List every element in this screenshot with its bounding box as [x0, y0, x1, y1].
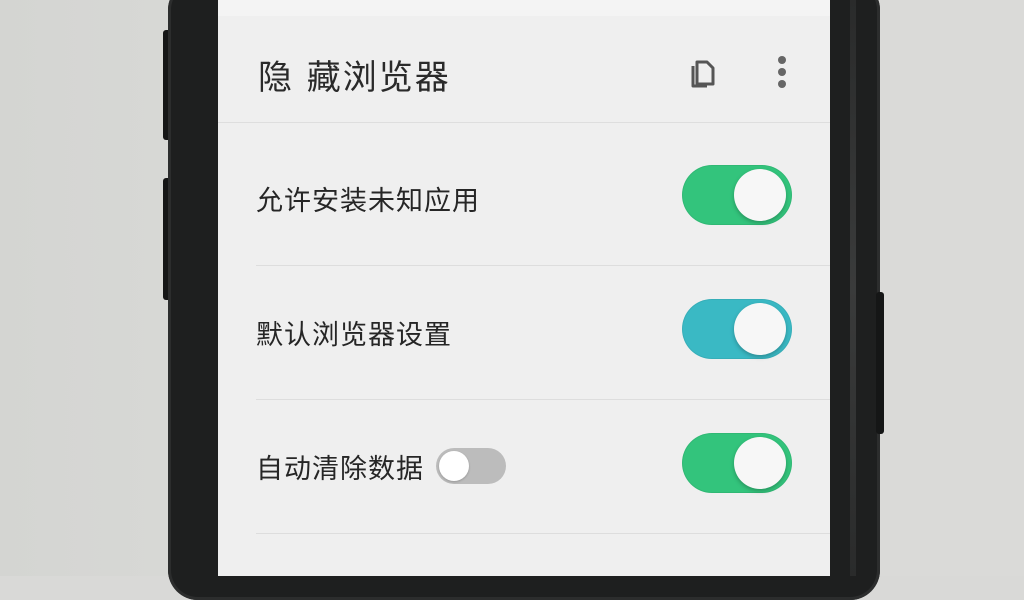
page-title: 隐 藏浏览器: [258, 58, 451, 98]
toggle-knob: [439, 451, 469, 481]
setting-row-auto-clear-data: 自动清除数据: [218, 400, 830, 534]
app-header: 隐 藏浏览器: [218, 16, 830, 123]
setting-row-install-unknown-apps: 允许安装未知应用: [218, 132, 830, 266]
toggle-switch-default-browser[interactable]: [682, 299, 792, 359]
phone-screen: 隐 藏浏览器 允许安装未知应用 默认浏览器设置 自动清除数据: [218, 0, 830, 576]
power-key: [876, 292, 884, 434]
toggle-knob: [734, 437, 786, 489]
setting-label: 默认浏览器设置: [256, 320, 452, 351]
setting-row-default-browser: 默认浏览器设置: [218, 266, 830, 400]
divider: [256, 533, 830, 534]
toggle-switch-auto-clear-data[interactable]: [682, 433, 792, 493]
copy-icon[interactable]: [686, 54, 722, 90]
more-vertical-icon[interactable]: [770, 52, 794, 92]
inline-toggle-switch[interactable]: [436, 448, 506, 484]
status-bar: [218, 0, 830, 16]
toggle-knob: [734, 169, 786, 221]
bezel-edge: [850, 0, 856, 576]
toggle-knob: [734, 303, 786, 355]
setting-label: 允许安装未知应用: [256, 186, 480, 217]
setting-label: 自动清除数据: [256, 454, 424, 485]
toggle-switch-install-unknown-apps[interactable]: [682, 165, 792, 225]
